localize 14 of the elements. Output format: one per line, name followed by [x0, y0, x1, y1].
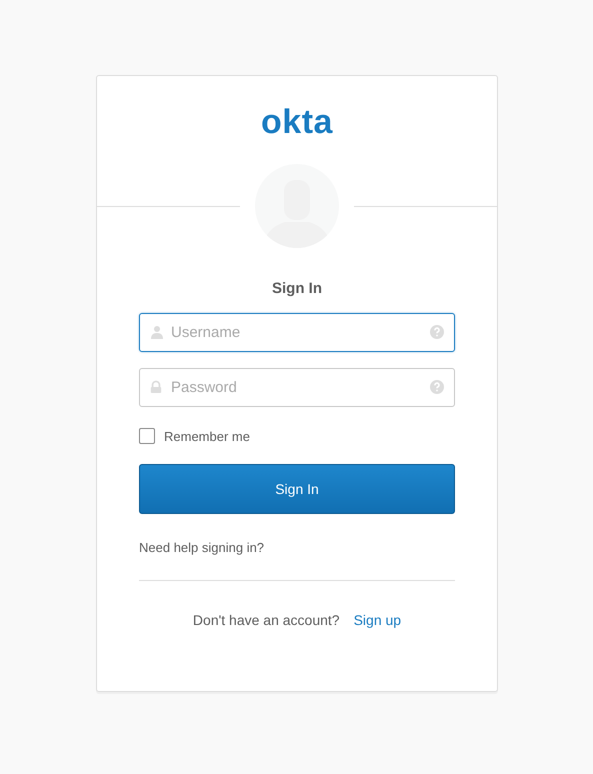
form-title: Sign In — [272, 280, 322, 297]
logo: okta — [261, 104, 333, 140]
help-icon[interactable] — [430, 380, 444, 394]
sign-up-link[interactable]: Sign up — [354, 612, 402, 628]
person-icon — [150, 325, 164, 339]
footer-text: Don't have an account? — [192, 612, 340, 628]
help-link[interactable]: Need help signing in? — [139, 540, 264, 555]
input-field[interactable]: Password — [139, 368, 455, 407]
checkbox-label[interactable]: Remember me — [164, 428, 250, 444]
input-field[interactable]: Username — [139, 313, 455, 352]
sign-in-button[interactable]: Sign In — [139, 464, 455, 514]
lock-icon — [150, 380, 162, 394]
checkbox[interactable] — [139, 428, 155, 444]
help-icon[interactable] — [430, 325, 444, 339]
